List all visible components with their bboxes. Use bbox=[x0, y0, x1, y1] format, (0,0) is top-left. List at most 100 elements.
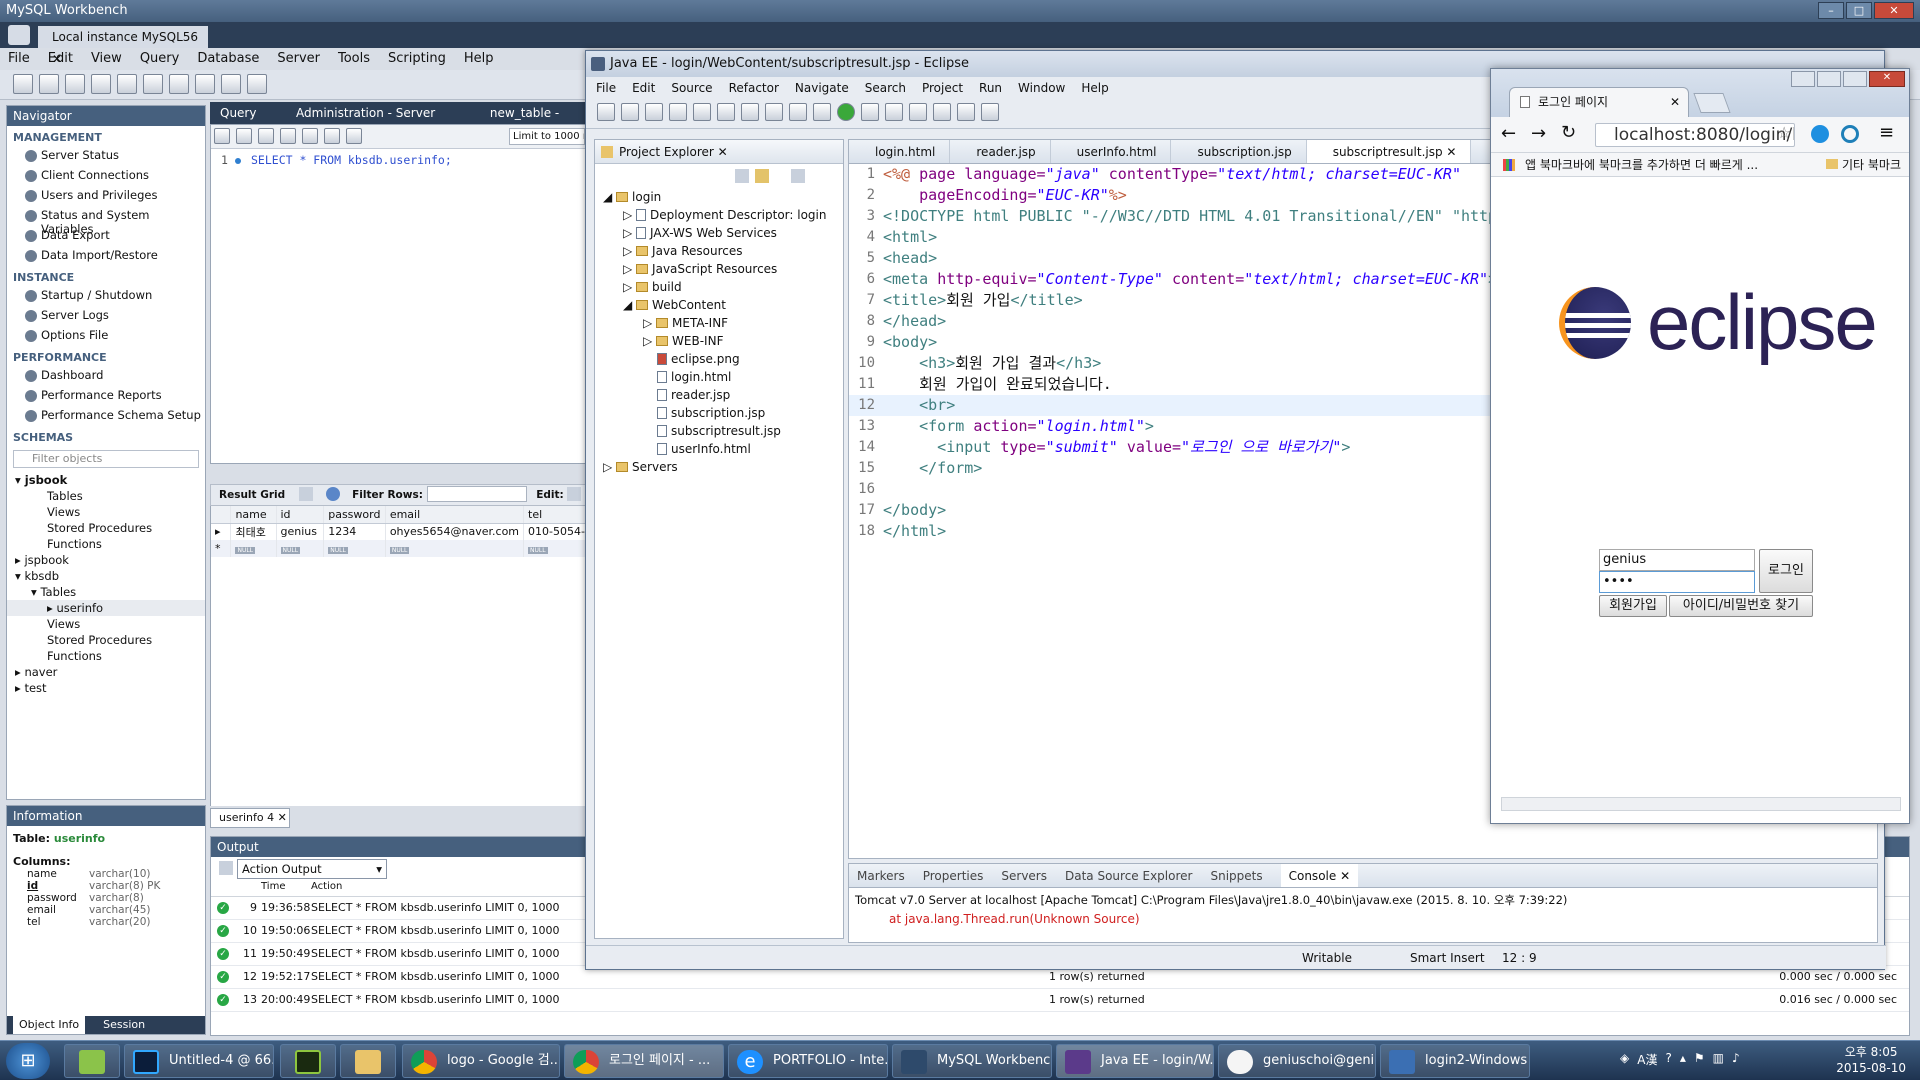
sql-editor[interactable]: Limit to 1000 r 1 SELECT * FROM kbsdb.use… bbox=[210, 124, 590, 464]
new-tab-button[interactable] bbox=[1693, 93, 1731, 113]
explain-icon[interactable] bbox=[302, 128, 318, 144]
tree-procedures[interactable]: Stored Procedures bbox=[7, 632, 205, 648]
nav-client-connections[interactable]: Client Connections bbox=[7, 166, 205, 186]
menu-scripting[interactable]: Scripting bbox=[388, 48, 446, 70]
tree-functions[interactable]: Functions bbox=[7, 536, 205, 552]
open-type-icon[interactable] bbox=[909, 103, 927, 121]
schema-jsbook[interactable]: ▾ jsbook bbox=[7, 472, 205, 488]
execute-current-icon[interactable] bbox=[280, 128, 296, 144]
tree-procedures[interactable]: Stored Procedures bbox=[7, 520, 205, 536]
view-menu-icon[interactable] bbox=[791, 169, 805, 183]
tree-views[interactable]: Views bbox=[7, 616, 205, 632]
clock[interactable]: 오후 8:05 2015-08-10 bbox=[1836, 1044, 1906, 1076]
tab-console[interactable]: Console ✕ bbox=[1280, 864, 1359, 887]
save-icon[interactable] bbox=[236, 128, 252, 144]
nav-performance-schema[interactable]: Performance Schema Setup bbox=[7, 406, 205, 426]
maximize-icon[interactable]: □ bbox=[1846, 2, 1872, 19]
skip-breakpoints-icon[interactable] bbox=[693, 103, 711, 121]
reload-icon[interactable]: ↻ bbox=[1561, 122, 1576, 143]
menu-navigate[interactable]: Navigate bbox=[795, 77, 849, 99]
nav-startup-shutdown[interactable]: Startup / Shutdown bbox=[7, 286, 205, 306]
menu-database[interactable]: Database bbox=[197, 48, 259, 70]
grid-view-icon[interactable] bbox=[298, 487, 313, 501]
tree-servers[interactable]: ▷ Servers bbox=[595, 458, 843, 476]
download-icon[interactable] bbox=[1811, 125, 1829, 143]
table-row[interactable]: ✓ 13 20:00:49 SELECT * FROM kbsdb.userinfo … bbox=[211, 989, 1909, 1012]
create-function-icon[interactable] bbox=[195, 74, 215, 94]
taskbar-ie-portfolio[interactable]: e PORTFOLIO - Inte... bbox=[728, 1044, 888, 1078]
shield-icon[interactable]: ◈ bbox=[1620, 1051, 1629, 1068]
tree-file-login-html[interactable]: login.html bbox=[595, 368, 843, 386]
apps-icon[interactable] bbox=[1503, 159, 1515, 171]
password-input[interactable]: •••• bbox=[1599, 571, 1755, 593]
step-over-icon[interactable] bbox=[813, 103, 831, 121]
cell[interactable]: genius bbox=[276, 523, 325, 540]
other-bookmarks[interactable]: 기타 북마크 bbox=[1819, 153, 1901, 176]
horizontal-scrollbar[interactable] bbox=[1501, 797, 1901, 811]
menu-edit[interactable]: Edit bbox=[632, 77, 655, 99]
menu-search[interactable]: Search bbox=[865, 77, 906, 99]
signup-button[interactable]: 회원가입 bbox=[1599, 595, 1667, 617]
col-header[interactable]: tel bbox=[523, 506, 590, 524]
editor-tab-subscription-jsp[interactable]: subscription.jsp bbox=[1171, 140, 1307, 163]
nav-users-privileges[interactable]: Users and Privileges bbox=[7, 186, 205, 206]
tree-file-userinfo-html[interactable]: userInfo.html bbox=[595, 440, 843, 458]
editor-tab-reader-jsp[interactable]: reader.jsp bbox=[950, 140, 1051, 163]
ime-icon[interactable]: A漢 bbox=[1637, 1051, 1657, 1068]
menu-server[interactable]: Server bbox=[277, 48, 320, 70]
project-explorer-tab[interactable]: Project Explorer ✕ bbox=[595, 140, 843, 164]
nav-server-status[interactable]: Server Status bbox=[7, 146, 205, 166]
menu-source[interactable]: Source bbox=[671, 77, 712, 99]
menu-edit[interactable]: Edit bbox=[48, 48, 73, 70]
inspector-icon[interactable] bbox=[65, 74, 85, 94]
login-button[interactable]: 로그인 bbox=[1759, 549, 1813, 593]
menu-file[interactable]: File bbox=[8, 48, 30, 70]
find-account-button[interactable]: 아이디/비밀번호 찾기 bbox=[1669, 595, 1813, 617]
taskbar-explorer[interactable] bbox=[340, 1044, 396, 1078]
tab-snippets[interactable]: Snippets bbox=[1210, 864, 1262, 887]
menu-view[interactable]: View bbox=[91, 48, 122, 70]
copy-icon[interactable] bbox=[219, 861, 233, 875]
nav-data-import[interactable]: Data Import/Restore bbox=[7, 246, 205, 266]
taskbar-dreamweaver[interactable] bbox=[280, 1044, 336, 1078]
create-view-icon[interactable] bbox=[143, 74, 163, 94]
search-icon[interactable] bbox=[933, 103, 951, 121]
tab-markers[interactable]: Markers bbox=[857, 864, 905, 887]
taskbar-chrome-login[interactable]: 로그인 페이지 - ... bbox=[564, 1044, 724, 1078]
close-icon[interactable]: ✕ bbox=[1670, 88, 1680, 116]
link-editor-icon[interactable] bbox=[755, 169, 769, 183]
tree-javascript-resources[interactable]: ▷ JavaScript Resources bbox=[595, 260, 843, 278]
collapse-all-icon[interactable] bbox=[735, 169, 749, 183]
nav-server-logs[interactable]: Server Logs bbox=[7, 306, 205, 326]
close-icon[interactable]: ✕ bbox=[718, 145, 728, 159]
print-icon[interactable] bbox=[669, 103, 687, 121]
tab-servers[interactable]: Servers bbox=[1001, 864, 1047, 887]
tree-file-subscription-jsp[interactable]: subscription.jsp bbox=[595, 404, 843, 422]
debug-icon[interactable] bbox=[861, 103, 879, 121]
schema-jspbook[interactable]: ▸ jspbook bbox=[7, 552, 205, 568]
home-icon[interactable] bbox=[8, 25, 30, 45]
star-icon[interactable]: ☆ bbox=[1777, 123, 1791, 142]
menu-icon[interactable]: ≡ bbox=[1879, 122, 1894, 143]
nav-options-file[interactable]: Options File bbox=[7, 326, 205, 346]
terminate-icon[interactable] bbox=[765, 103, 783, 121]
stop-icon[interactable] bbox=[324, 128, 340, 144]
col-header[interactable]: id bbox=[276, 506, 325, 524]
limit-rows-select[interactable]: Limit to 1000 r bbox=[509, 128, 585, 145]
forward-icon[interactable] bbox=[981, 103, 999, 121]
nav-status-variables[interactable]: Status and System Variables bbox=[7, 206, 205, 236]
save-icon[interactable] bbox=[621, 103, 639, 121]
tree-deployment-descriptor[interactable]: ▷ Deployment Descriptor: login bbox=[595, 206, 843, 224]
nav-data-export[interactable]: Data Export bbox=[7, 226, 205, 246]
menu-refactor[interactable]: Refactor bbox=[729, 77, 779, 99]
tab-userinfo-4[interactable]: userinfo 4 ✕ bbox=[210, 808, 290, 828]
nav-performance-reports[interactable]: Performance Reports bbox=[7, 386, 205, 406]
menu-help[interactable]: Help bbox=[464, 48, 494, 70]
filter-rows-input[interactable] bbox=[426, 486, 527, 502]
back-icon[interactable]: ← bbox=[1501, 123, 1516, 144]
reconnect-icon[interactable] bbox=[247, 74, 267, 94]
tree-tables[interactable]: Tables bbox=[7, 488, 205, 504]
tree-java-resources[interactable]: ▷ Java Resources bbox=[595, 242, 843, 260]
tab-properties[interactable]: Properties bbox=[923, 864, 984, 887]
close-icon[interactable]: ✕ bbox=[1446, 145, 1456, 159]
